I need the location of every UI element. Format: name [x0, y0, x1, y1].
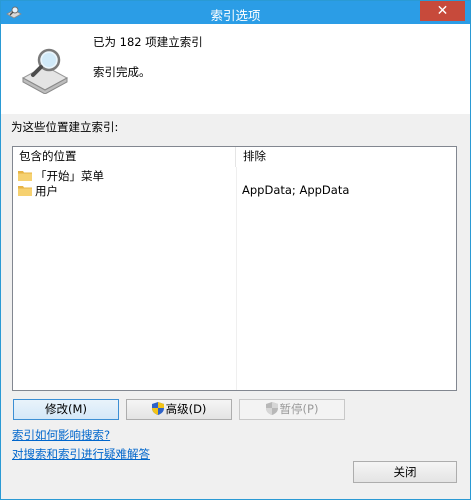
pause-button-label: 暂停(P): [279, 402, 319, 416]
indexed-locations-list[interactable]: 包含的位置 排除 「开始」菜单 用户 AppData; AppData: [12, 146, 457, 391]
column-header-included[interactable]: 包含的位置: [13, 147, 236, 167]
index-status-panel: 已为 182 项建立索引 索引完成。: [1, 24, 470, 114]
how-index-affects-search-link[interactable]: 索引如何影响搜索?: [12, 427, 110, 443]
excluded-location: AppData; AppData: [242, 183, 350, 197]
locations-section-label: 为这些位置建立索引:: [11, 120, 119, 134]
advanced-button[interactable]: 高级(D): [126, 399, 232, 420]
window-title: 索引选项: [210, 8, 261, 23]
indexed-count-text: 已为 182 项建立索引: [93, 35, 203, 49]
folder-icon: [18, 171, 32, 181]
included-location: 「开始」菜单: [35, 169, 104, 183]
index-status-text: 索引完成。: [93, 65, 151, 79]
uac-shield-icon: [151, 402, 164, 415]
folder-icon: [18, 186, 32, 196]
pause-button[interactable]: 暂停(P): [239, 399, 345, 420]
location-row-users[interactable]: 用户 AppData; AppData: [13, 183, 456, 199]
column-header-excluded[interactable]: 排除: [237, 147, 456, 167]
indexing-options-window: 索引选项 ✕ 已为 182 项建立索引 索引完成。 为这些位置建立索引: 包含的…: [0, 0, 471, 500]
title-bar: 索引选项 ✕: [1, 1, 470, 24]
troubleshoot-search-link[interactable]: 对搜索和索引进行疑难解答: [12, 446, 150, 462]
uac-shield-icon: [265, 402, 278, 415]
advanced-button-label: 高级(D): [165, 402, 207, 416]
drive-magnifier-icon: [21, 48, 69, 94]
modify-button[interactable]: 修改(M): [13, 399, 119, 420]
location-row-start-menu[interactable]: 「开始」菜单: [13, 168, 456, 184]
window-close-button[interactable]: ✕: [420, 1, 465, 21]
included-location: 用户: [35, 184, 58, 198]
close-button[interactable]: 关闭: [353, 461, 457, 483]
column-divider: [236, 167, 237, 390]
